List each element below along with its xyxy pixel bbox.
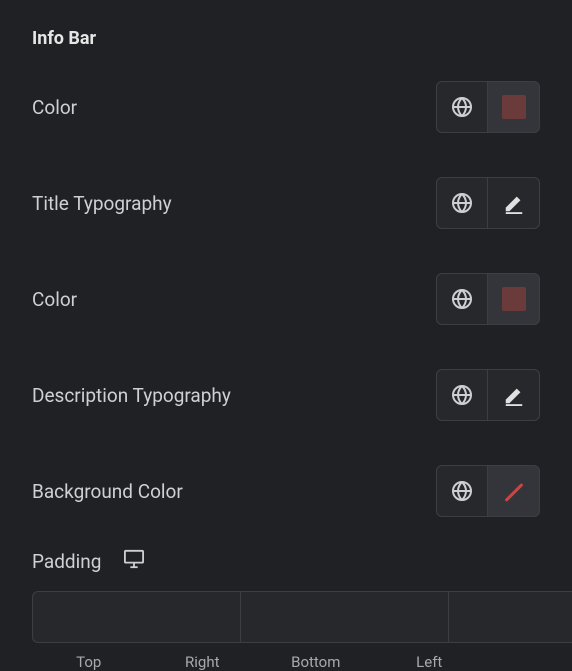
globe-button[interactable]	[436, 369, 488, 421]
pencil-icon	[503, 384, 525, 406]
responsive-device-button[interactable]	[123, 549, 145, 573]
row-color: Color	[32, 81, 540, 133]
padding-top-input[interactable]	[32, 591, 240, 643]
padding-right-input[interactable]	[240, 591, 448, 643]
padding-top-label: Top	[32, 653, 146, 671]
background-color-label: Background Color	[32, 480, 183, 503]
row-description-typography: Description Typography	[32, 369, 540, 421]
globe-icon	[450, 383, 474, 407]
pencil-icon	[503, 192, 525, 214]
row-color-2: Color	[32, 273, 540, 325]
color-swatch-2	[502, 287, 526, 311]
color-label: Color	[32, 96, 77, 119]
padding-bottom-label: Bottom	[259, 653, 373, 671]
globe-button[interactable]	[436, 465, 488, 517]
row-background-color: Background Color	[32, 465, 540, 517]
padding-left-label: Left	[373, 653, 487, 671]
section-title: Info Bar	[32, 28, 540, 49]
monitor-icon	[123, 549, 145, 569]
globe-button[interactable]	[436, 81, 488, 133]
no-color-icon	[500, 477, 528, 505]
description-typography-controls	[436, 369, 540, 421]
edit-typography-button[interactable]	[488, 177, 540, 229]
globe-button[interactable]	[436, 273, 488, 325]
color-controls-2	[436, 273, 540, 325]
color-controls	[436, 81, 540, 133]
row-title-typography: Title Typography	[32, 177, 540, 229]
padding-side-labels: Top Right Bottom Left	[32, 653, 540, 671]
edit-typography-button[interactable]	[488, 369, 540, 421]
globe-button[interactable]	[436, 177, 488, 229]
color-swatch-button-2[interactable]	[488, 273, 540, 325]
padding-header: Padding	[32, 549, 540, 573]
background-color-swatch-button[interactable]	[488, 465, 540, 517]
color-label-2: Color	[32, 288, 77, 311]
background-color-controls	[436, 465, 540, 517]
color-swatch-button[interactable]	[488, 81, 540, 133]
globe-icon	[450, 287, 474, 311]
title-typography-label: Title Typography	[32, 192, 172, 215]
title-typography-controls	[436, 177, 540, 229]
color-swatch	[502, 95, 526, 119]
globe-icon	[450, 191, 474, 215]
globe-icon	[450, 479, 474, 503]
padding-label: Padding	[32, 550, 101, 573]
description-typography-label: Description Typography	[32, 384, 231, 407]
padding-bottom-input[interactable]	[448, 591, 572, 643]
padding-right-label: Right	[146, 653, 260, 671]
padding-inputs	[32, 591, 540, 643]
globe-icon	[450, 95, 474, 119]
